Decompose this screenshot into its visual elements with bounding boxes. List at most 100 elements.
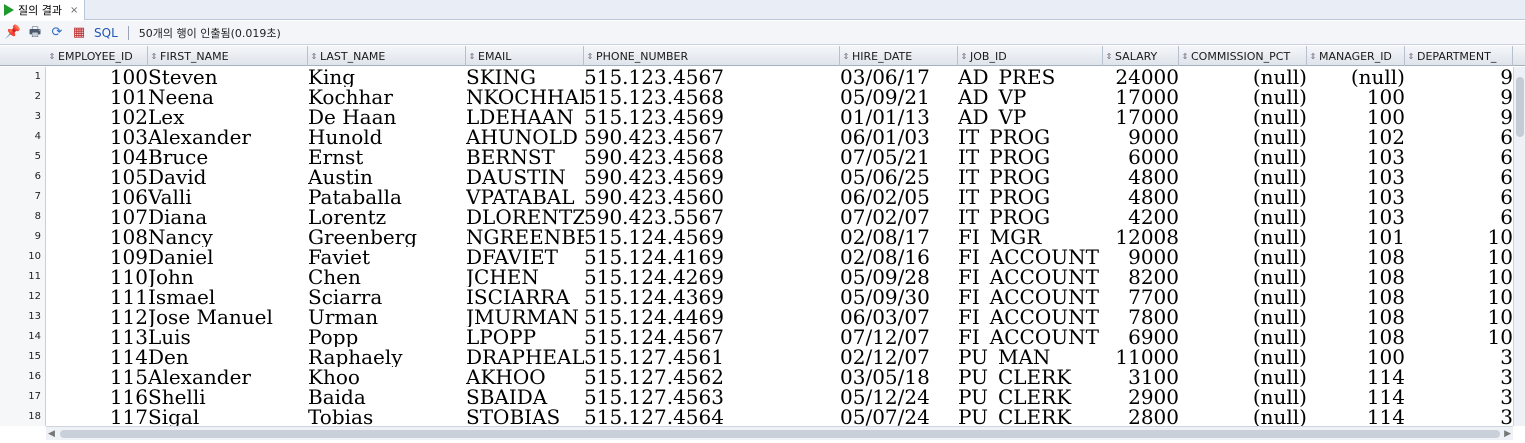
table-row[interactable]: 12 111 Ismael Sciarra ISCIARRA 515.124.4369 05…: [0, 287, 1525, 307]
column-header[interactable]: ⇕ MANAGER_ID: [1307, 46, 1405, 66]
table-cell[interactable]: 10: [1405, 287, 1513, 307]
row-number[interactable]: 6: [0, 167, 46, 187]
table-row[interactable]: 5 104 Bruce Ernst BERNST 590.423.4568 07/05/21…: [0, 147, 1525, 167]
table-cell[interactable]: 05/09/28: [840, 267, 958, 287]
table-cell[interactable]: Urman: [308, 307, 466, 327]
table-cell[interactable]: 515.124.4369: [584, 287, 840, 307]
table-cell[interactable]: DFAVIET: [466, 247, 584, 267]
table-cell[interactable]: FI_MGR: [958, 227, 1103, 247]
table-cell[interactable]: 590.423.4568: [584, 147, 840, 167]
table-cell[interactable]: 6: [1405, 127, 1513, 147]
table-cell[interactable]: 117: [46, 407, 148, 426]
export-icon[interactable]: ▦: [70, 24, 88, 42]
vertical-scrollbar[interactable]: [1513, 67, 1525, 426]
table-cell[interactable]: IT_PROG: [958, 207, 1103, 227]
table-cell[interactable]: AHUNOLD: [466, 127, 584, 147]
table-cell[interactable]: 515.124.4569: [584, 227, 840, 247]
table-cell[interactable]: LPOPP: [466, 327, 584, 347]
table-cell[interactable]: Jose Manuel: [148, 307, 308, 327]
table-cell[interactable]: FI_ACCOUNT: [958, 327, 1103, 347]
table-cell[interactable]: 9: [1405, 67, 1513, 87]
table-cell[interactable]: SKING: [466, 67, 584, 87]
table-cell[interactable]: 10: [1405, 307, 1513, 327]
sort-icon[interactable]: ⇕: [958, 52, 970, 61]
table-cell[interactable]: (null): [1179, 267, 1307, 287]
table-cell[interactable]: 03/05/18: [840, 367, 958, 387]
table-row[interactable]: 1 100 Steven King SKING 515.123.4567 03/06/17 A…: [0, 67, 1525, 87]
table-cell[interactable]: 9: [1405, 87, 1513, 107]
table-cell[interactable]: 10: [1405, 327, 1513, 347]
table-cell[interactable]: Sigal: [148, 407, 308, 426]
table-cell[interactable]: Kochhar: [308, 87, 466, 107]
table-cell[interactable]: 10: [1405, 247, 1513, 267]
table-cell[interactable]: 106: [46, 187, 148, 207]
table-cell[interactable]: 515.127.4561: [584, 347, 840, 367]
sort-icon[interactable]: ⇕: [1103, 52, 1115, 61]
table-cell[interactable]: 515.123.4567: [584, 67, 840, 87]
row-number[interactable]: 15: [0, 347, 46, 367]
table-cell[interactable]: Neena: [148, 87, 308, 107]
table-cell[interactable]: (null): [1179, 107, 1307, 127]
table-cell[interactable]: SBAIDA: [466, 387, 584, 407]
table-cell[interactable]: 104: [46, 147, 148, 167]
table-cell[interactable]: (null): [1179, 127, 1307, 147]
table-row[interactable]: 9 108 Nancy Greenberg NGREENBE 515.124.4569 02…: [0, 227, 1525, 247]
table-row[interactable]: 18 117 Sigal Tobias STOBIAS 515.127.4564 05/07…: [0, 407, 1525, 426]
row-number[interactable]: 1: [0, 67, 46, 87]
column-header[interactable]: ⇕ EMAIL: [466, 46, 584, 66]
table-cell[interactable]: 3: [1405, 407, 1513, 426]
table-cell[interactable]: Tobias: [308, 407, 466, 426]
table-cell[interactable]: 108: [1307, 327, 1405, 347]
column-header[interactable]: ⇕ DEPARTMENT_: [1405, 46, 1513, 66]
column-header[interactable]: ⇕ FIRST_NAME: [148, 46, 308, 66]
table-cell[interactable]: 114: [1307, 407, 1405, 426]
sort-icon[interactable]: ⇕: [148, 52, 160, 61]
row-number[interactable]: 16: [0, 367, 46, 387]
table-cell[interactable]: Den: [148, 347, 308, 367]
table-cell[interactable]: John: [148, 267, 308, 287]
table-cell[interactable]: DLORENTZ: [466, 207, 584, 227]
table-cell[interactable]: (null): [1179, 407, 1307, 426]
table-cell[interactable]: 24000: [1103, 67, 1179, 87]
table-cell[interactable]: 17000: [1103, 87, 1179, 107]
refresh-icon[interactable]: ⟳: [48, 24, 66, 42]
row-number[interactable]: 17: [0, 387, 46, 407]
table-cell[interactable]: 8200: [1103, 267, 1179, 287]
table-cell[interactable]: 113: [46, 327, 148, 347]
table-cell[interactable]: 12008: [1103, 227, 1179, 247]
table-row[interactable]: 3 102 Lex De Haan LDEHAAN 515.123.4569 01/01/1…: [0, 107, 1525, 127]
table-cell[interactable]: Daniel: [148, 247, 308, 267]
table-cell[interactable]: 6: [1405, 167, 1513, 187]
table-cell[interactable]: (null): [1179, 207, 1307, 227]
table-cell[interactable]: AD_PRES: [958, 67, 1103, 87]
table-cell[interactable]: 05/09/30: [840, 287, 958, 307]
table-cell[interactable]: (null): [1179, 247, 1307, 267]
table-cell[interactable]: (null): [1179, 147, 1307, 167]
pin-icon[interactable]: 📌: [4, 24, 22, 42]
table-cell[interactable]: Nancy: [148, 227, 308, 247]
table-cell[interactable]: Lorentz: [308, 207, 466, 227]
table-cell[interactable]: (null): [1179, 387, 1307, 407]
table-cell[interactable]: Faviet: [308, 247, 466, 267]
table-cell[interactable]: 07/05/21: [840, 147, 958, 167]
table-cell[interactable]: Austin: [308, 167, 466, 187]
table-cell[interactable]: (null): [1179, 327, 1307, 347]
table-cell[interactable]: (null): [1179, 347, 1307, 367]
table-cell[interactable]: 102: [46, 107, 148, 127]
sort-icon[interactable]: ⇕: [840, 52, 852, 61]
table-row[interactable]: 15 114 Den Raphaely DRAPHEAL 515.127.4561 02/1…: [0, 347, 1525, 367]
table-cell[interactable]: 02/12/07: [840, 347, 958, 367]
table-cell[interactable]: Baida: [308, 387, 466, 407]
table-cell[interactable]: 108: [1307, 307, 1405, 327]
table-row[interactable]: 6 105 David Austin DAUSTIN 590.423.4569 05/06/…: [0, 167, 1525, 187]
table-cell[interactable]: 114: [1307, 367, 1405, 387]
table-cell[interactable]: 590.423.4560: [584, 187, 840, 207]
table-cell[interactable]: Sciarra: [308, 287, 466, 307]
table-cell[interactable]: Shelli: [148, 387, 308, 407]
table-row[interactable]: 10 109 Daniel Faviet DFAVIET 515.124.4169 02/0…: [0, 247, 1525, 267]
row-number[interactable]: 18: [0, 407, 46, 426]
table-cell[interactable]: 103: [1307, 167, 1405, 187]
table-cell[interactable]: 3100: [1103, 367, 1179, 387]
table-cell[interactable]: Steven: [148, 67, 308, 87]
table-cell[interactable]: 515.123.4569: [584, 107, 840, 127]
